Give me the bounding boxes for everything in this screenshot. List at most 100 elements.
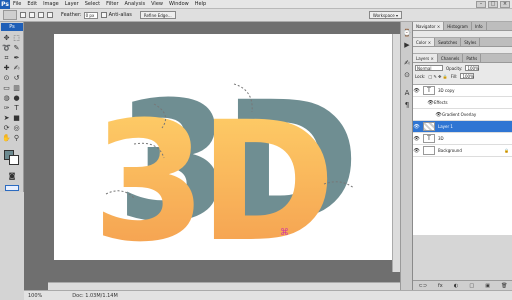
subtract-selection-icon[interactable] (38, 12, 44, 18)
gradient-tool-icon[interactable]: ▥ (12, 84, 21, 93)
clone-stamp-tool-icon[interactable]: ⊙ (2, 74, 11, 83)
dodge-tool-icon[interactable]: ● (12, 94, 21, 103)
panel-dock: Navigator × Histogram Info Color × Swatc… (412, 22, 512, 290)
menu-window[interactable]: Window (166, 0, 192, 9)
menu-view[interactable]: View (148, 0, 166, 9)
layer-name: Layer 1 (438, 124, 453, 129)
color-tab-group: Color × Swatches Styles (413, 38, 512, 47)
tools-panel: Ps ✥ ⬚ ➰ ✎ ⌗ ✒ ✚ ✍ ⊙ ↺ ▭ ▥ ◍ ● ✑ T ➤ ■ ⟳… (0, 22, 24, 192)
tab-swatches[interactable]: Swatches (435, 38, 462, 46)
menu-edit[interactable]: Edit (24, 0, 40, 9)
fx-icon[interactable]: fx (438, 283, 443, 289)
eraser-tool-icon[interactable]: ▭ (2, 84, 11, 93)
marquee-tool-icon[interactable]: ⬚ (12, 34, 21, 43)
trash-icon[interactable]: 🗑 (501, 283, 507, 289)
toolbox-logo-icon: Ps (1, 23, 23, 31)
type-tool-icon[interactable]: T (12, 104, 21, 113)
lock-icons[interactable]: □ ✎ ✥ 🔒 (428, 74, 447, 79)
mask-icon[interactable]: □ (469, 283, 474, 289)
maximize-button[interactable]: □ (488, 0, 498, 8)
visibility-eye-icon[interactable]: 👁 (413, 136, 420, 142)
brushes-panel-icon[interactable]: ✍ (402, 58, 412, 68)
effects-eye-icon[interactable]: 👁 (427, 100, 434, 106)
layer-row[interactable]: 👁 T 3D (413, 133, 512, 145)
hand-tool-icon[interactable]: ✋ (2, 134, 11, 143)
clone-source-panel-icon[interactable]: ⊙ (402, 70, 412, 80)
fill-input[interactable]: 100% (460, 73, 475, 79)
character-panel-icon[interactable]: A (402, 88, 412, 98)
opacity-input[interactable]: 100% (465, 65, 480, 71)
move-tool-icon[interactable]: ✥ (2, 34, 11, 43)
layer-row-selected[interactable]: 👁 Layer 1 (413, 121, 512, 133)
add-to-selection-icon[interactable] (29, 12, 35, 18)
quick-select-tool-icon[interactable]: ✎ (12, 44, 21, 53)
minimize-button[interactable]: – (476, 0, 486, 8)
menu-filter[interactable]: Filter (103, 0, 121, 9)
photoshop-window: Ps File Edit Image Layer Select Filter A… (0, 0, 512, 300)
feather-input[interactable]: 0 px (83, 11, 98, 19)
history-panel-icon[interactable]: ⌚ (402, 28, 412, 38)
color-panel-body (413, 47, 512, 54)
blur-tool-icon[interactable]: ◍ (2, 94, 11, 103)
path-select-tool-icon[interactable]: ➤ (2, 114, 11, 123)
visibility-eye-icon[interactable]: 👁 (413, 148, 420, 154)
history-brush-tool-icon[interactable]: ↺ (12, 74, 21, 83)
layer-effect-item[interactable]: 👁 Gradient Overlay (413, 109, 512, 121)
brush-tool-icon[interactable]: ✍ (12, 64, 21, 73)
effect-eye-icon[interactable]: 👁 (435, 112, 442, 118)
workspace-button[interactable]: Workspace ▾ (368, 11, 402, 19)
eyedropper-tool-icon[interactable]: ✒ (12, 54, 21, 63)
intersect-selection-icon[interactable] (47, 12, 53, 18)
document-area: 3D 3D ⌘ (24, 22, 422, 290)
menu-analysis[interactable]: Analysis (122, 0, 149, 9)
paragraph-panel-icon[interactable]: ¶ (402, 100, 412, 110)
healing-tool-icon[interactable]: ✚ (2, 64, 11, 73)
layers-footer: ⊂⊃ fx ◐ □ ▣ 🗑 (413, 280, 512, 290)
background-color-swatch[interactable] (9, 155, 19, 165)
visibility-eye-icon[interactable]: 👁 (413, 124, 420, 130)
horizontal-scrollbar[interactable] (48, 282, 400, 290)
tab-info[interactable]: Info (472, 22, 487, 30)
background-thumbnail (423, 146, 435, 155)
zoom-tool-icon[interactable]: ⚲ (12, 134, 21, 143)
tab-styles[interactable]: Styles (461, 38, 481, 46)
menu-layer[interactable]: Layer (62, 0, 82, 9)
menu-file[interactable]: File (10, 0, 24, 9)
layer-row[interactable]: 👁 Background 🔒 (413, 145, 512, 157)
tab-histogram[interactable]: Histogram (444, 22, 472, 30)
tab-layers[interactable]: Layers × (413, 54, 438, 62)
zoom-level[interactable]: 100% (24, 293, 42, 299)
menu-image[interactable]: Image (40, 0, 62, 9)
refine-edge-button[interactable]: Refine Edge... (139, 11, 176, 19)
3d-orbit-tool-icon[interactable]: ◎ (12, 124, 21, 133)
quick-mask-icon[interactable]: ◙ (7, 172, 17, 181)
layer-row[interactable]: 👁 T 3D copy (413, 85, 512, 97)
pen-tool-icon[interactable]: ✑ (2, 104, 11, 113)
blend-mode-select[interactable]: Normal (415, 65, 443, 71)
layer-effects-row[interactable]: 👁 Effects (413, 97, 512, 109)
lasso-tool-icon[interactable]: ➰ (2, 44, 11, 53)
3d-rotate-tool-icon[interactable]: ⟳ (2, 124, 11, 133)
vertical-scrollbar[interactable] (392, 34, 400, 272)
document-canvas[interactable]: 3D 3D ⌘ (54, 34, 422, 278)
actions-panel-icon[interactable]: ▶ (402, 40, 412, 50)
opacity-label: Opacity: (446, 65, 463, 71)
tab-color[interactable]: Color × (413, 38, 436, 46)
text-layer-thumbnail-icon: T (423, 86, 435, 95)
tab-channels[interactable]: Channels (438, 54, 464, 62)
new-selection-icon[interactable] (20, 12, 26, 18)
shape-tool-icon[interactable]: ■ (12, 114, 21, 123)
screen-mode-icon[interactable] (5, 185, 19, 191)
tab-paths[interactable]: Paths (463, 54, 482, 62)
adjustment-layer-icon[interactable]: ◐ (454, 283, 458, 289)
link-layers-icon[interactable]: ⊂⊃ (419, 283, 427, 289)
crop-tool-icon[interactable]: ⌗ (2, 54, 11, 63)
tab-navigator[interactable]: Navigator × (413, 22, 445, 30)
menu-select[interactable]: Select (82, 0, 103, 9)
visibility-eye-icon[interactable]: 👁 (413, 88, 420, 94)
new-layer-icon[interactable]: ▣ (485, 283, 490, 289)
close-button[interactable]: × (500, 0, 510, 8)
anti-alias-checkbox[interactable] (100, 12, 107, 18)
menu-help[interactable]: Help (192, 0, 209, 9)
lasso-tool-preset-icon[interactable] (3, 10, 17, 20)
